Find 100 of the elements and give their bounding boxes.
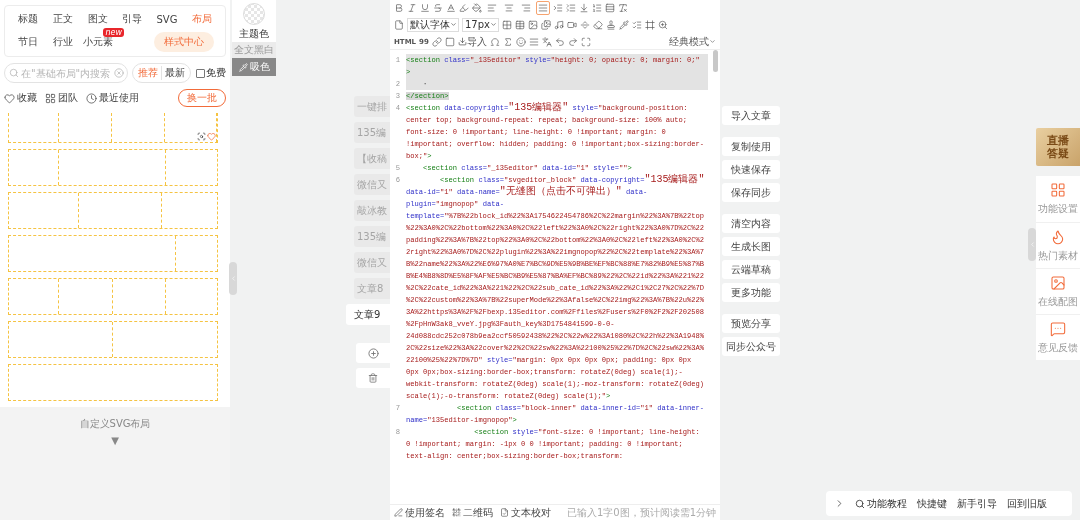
image-icon xyxy=(1050,274,1066,291)
clear-format-icon[interactable] xyxy=(618,2,628,13)
list-icon[interactable] xyxy=(592,2,602,13)
file-icon[interactable] xyxy=(394,19,404,30)
music-icon[interactable] xyxy=(554,19,564,30)
scan-icon[interactable] xyxy=(197,132,206,141)
checklist-icon[interactable] xyxy=(632,19,642,30)
font-size-select[interactable]: 17px xyxy=(462,17,499,32)
action-button[interactable]: 复制使用 xyxy=(722,137,780,156)
theme-color-swatch[interactable] xyxy=(243,3,265,25)
live-qa-badge[interactable]: 直播答疑 xyxy=(1036,128,1080,166)
layout-template[interactable] xyxy=(8,278,218,315)
font-family-select[interactable]: 默认字体 xyxy=(407,17,459,32)
add-article-button[interactable] xyxy=(356,343,390,363)
layout-template[interactable] xyxy=(8,192,218,229)
category-tab[interactable]: 行业 xyxy=(53,33,73,51)
fullscreen-icon[interactable] xyxy=(580,36,591,47)
indent-icon[interactable] xyxy=(553,2,563,13)
action-button[interactable]: 预览分享 xyxy=(722,314,780,333)
paint-bucket-icon[interactable] xyxy=(472,2,482,13)
help-link[interactable]: 功能教程 xyxy=(855,496,907,511)
lines-icon[interactable] xyxy=(528,36,539,47)
chevron-left-icon xyxy=(1028,241,1036,248)
scrollbar[interactable] xyxy=(713,50,718,72)
zoom-icon[interactable] xyxy=(658,19,668,30)
collapse-handle[interactable] xyxy=(1028,228,1036,261)
action-button[interactable]: 云端草稿 xyxy=(722,260,780,279)
action-button[interactable]: 导入文章 xyxy=(722,106,780,125)
chat-icon xyxy=(1050,320,1066,337)
stamp-icon[interactable] xyxy=(606,19,616,30)
import-button[interactable]: 导入 xyxy=(457,34,487,49)
sort-tab[interactable]: 最新 xyxy=(161,66,188,80)
clock-icon xyxy=(86,92,97,104)
pipette-icon[interactable] xyxy=(619,19,629,30)
trash-icon xyxy=(368,373,378,383)
letter-spacing-icon[interactable] xyxy=(541,36,552,47)
font-color-icon[interactable] xyxy=(446,2,456,13)
bold-icon[interactable] xyxy=(394,2,404,13)
heart-icon[interactable] xyxy=(207,132,216,141)
footer-tool[interactable]: 二维码 xyxy=(463,505,493,520)
eraser-icon[interactable] xyxy=(593,19,603,30)
free-checkbox[interactable] xyxy=(196,68,205,78)
action-button[interactable]: 快速保存 xyxy=(722,160,780,179)
pattern-icon[interactable] xyxy=(502,19,512,30)
layout-template[interactable] xyxy=(8,113,218,143)
layout-template[interactable] xyxy=(8,235,218,272)
divider-icon[interactable] xyxy=(580,19,590,30)
chevron-left-icon xyxy=(229,275,237,282)
plus-icon xyxy=(367,347,379,359)
underline-icon[interactable] xyxy=(420,2,430,13)
square-icon[interactable] xyxy=(444,36,455,47)
video-icon[interactable] xyxy=(567,19,577,30)
category-tab[interactable]: 引导 xyxy=(122,10,143,28)
article-tab[interactable]: 文章9 xyxy=(346,304,390,325)
category-tab[interactable]: 图文 xyxy=(87,10,108,28)
delete-button[interactable] xyxy=(356,368,390,388)
footer-tool[interactable]: 文本校对 xyxy=(511,505,551,520)
action-button[interactable]: 生成长图 xyxy=(722,237,780,256)
help-link[interactable]: 回到旧版 xyxy=(1007,496,1047,511)
filter-link[interactable]: 团队 xyxy=(58,91,78,105)
category-tab[interactable]: 节日 xyxy=(18,33,39,51)
action-button[interactable]: 保存同步 xyxy=(722,183,780,202)
category-tab[interactable]: SVG xyxy=(156,11,178,27)
clear-icon[interactable] xyxy=(114,68,124,78)
image-icon[interactable] xyxy=(528,19,538,30)
footer-tool[interactable]: 使用签名 xyxy=(405,505,445,520)
mode-select[interactable]: 经典模式 xyxy=(669,34,716,49)
help-link[interactable]: 快捷键 xyxy=(917,496,947,511)
omega-icon[interactable] xyxy=(489,36,500,47)
strikethrough-icon[interactable] xyxy=(433,2,443,13)
sigma-icon[interactable] xyxy=(502,36,513,47)
action-button[interactable]: 清空内容 xyxy=(722,214,780,233)
collapse-handle[interactable] xyxy=(229,262,237,295)
link-icon[interactable] xyxy=(431,36,442,47)
images-icon[interactable] xyxy=(541,19,551,30)
action-button[interactable]: 同步公众号 xyxy=(722,337,780,356)
smile-icon[interactable] xyxy=(515,36,526,47)
line-height-icon[interactable] xyxy=(605,2,615,13)
word-count-status: 已输入1字0图，预计阅读需1分钟 xyxy=(566,505,716,520)
category-tab[interactable]: 正文 xyxy=(53,10,73,28)
pen-icon xyxy=(394,508,403,517)
layout-template[interactable] xyxy=(8,321,218,358)
color-picker-button[interactable]: 吸色 xyxy=(232,58,276,76)
help-link[interactable]: 新手引导 xyxy=(957,496,997,511)
redo-icon[interactable] xyxy=(567,36,578,47)
frame-icon[interactable] xyxy=(645,19,655,30)
paragraph-space-icon[interactable] xyxy=(579,2,589,13)
layout-template[interactable] xyxy=(8,364,218,401)
highlighter-icon[interactable] xyxy=(459,2,469,13)
filter-link[interactable]: 最近使用 xyxy=(99,91,139,105)
filter-link[interactable]: 收藏 xyxy=(17,91,37,105)
spacing-icon[interactable] xyxy=(566,2,576,13)
action-button[interactable]: 更多功能 xyxy=(722,283,780,302)
table-icon[interactable] xyxy=(515,19,525,30)
flame-icon xyxy=(1050,228,1066,245)
search-icon xyxy=(855,498,865,509)
undo-icon[interactable] xyxy=(554,36,565,47)
layout-template[interactable] xyxy=(8,149,218,186)
category-tab[interactable]: 标题 xyxy=(18,10,39,28)
italic-icon[interactable] xyxy=(407,2,417,13)
